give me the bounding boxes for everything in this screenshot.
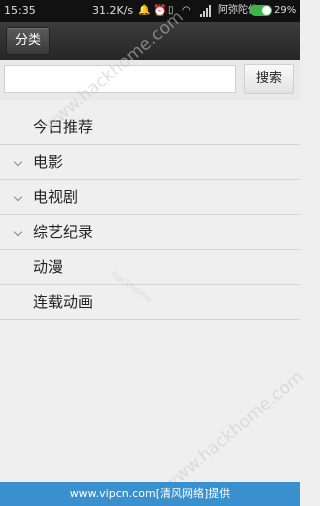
menu-item-serial-anime[interactable]: 连载动画 bbox=[0, 285, 300, 320]
category-menu: 今日推荐 电影 电视剧 综艺纪录 动漫 连载动画 bbox=[0, 110, 300, 320]
chevron-down-icon bbox=[13, 157, 23, 167]
menu-item-label: 今日推荐 bbox=[33, 118, 94, 136]
toggle-icon bbox=[250, 5, 272, 16]
footer-credit: www.vipcn.com[清风网络]提供 bbox=[0, 482, 300, 506]
menu-item-anime[interactable]: 动漫 bbox=[0, 250, 300, 285]
menu-item-tv[interactable]: 电视剧 bbox=[0, 180, 300, 215]
search-button[interactable]: 搜索 bbox=[244, 64, 294, 94]
chevron-down-icon bbox=[13, 227, 23, 237]
chevron-down-icon bbox=[13, 192, 23, 202]
top-toolbar: 分类 bbox=[0, 22, 300, 60]
clock: 15:35 bbox=[4, 4, 36, 17]
network-speed: 31.2K/s bbox=[92, 4, 134, 17]
status-bar: 15:35 31.2K/s 🔔 ⏰ ▯ ◠ 阿弥陀佛 29% bbox=[0, 0, 300, 22]
wifi-icon: ◠ bbox=[182, 5, 191, 16]
bell-icon: 🔔 bbox=[138, 5, 151, 16]
alarm-icon: ⏰ bbox=[153, 4, 167, 17]
search-bar: 搜索 bbox=[0, 60, 300, 100]
signal-icon bbox=[200, 5, 212, 17]
menu-item-label: 连载动画 bbox=[33, 293, 94, 311]
watermark: www.hackhome.com bbox=[160, 366, 308, 496]
vibrate-icon: ▯ bbox=[168, 5, 174, 16]
search-input[interactable] bbox=[4, 65, 236, 93]
menu-item-label: 电视剧 bbox=[33, 188, 79, 206]
battery-level: 29% bbox=[274, 5, 297, 16]
menu-item-label: 电影 bbox=[33, 153, 64, 171]
menu-item-label: 综艺纪录 bbox=[33, 223, 94, 241]
menu-item-today[interactable]: 今日推荐 bbox=[0, 110, 300, 145]
category-button[interactable]: 分类 bbox=[6, 27, 51, 55]
menu-item-variety[interactable]: 综艺纪录 bbox=[0, 215, 300, 250]
menu-item-label: 动漫 bbox=[33, 258, 64, 276]
menu-item-movies[interactable]: 电影 bbox=[0, 145, 300, 180]
